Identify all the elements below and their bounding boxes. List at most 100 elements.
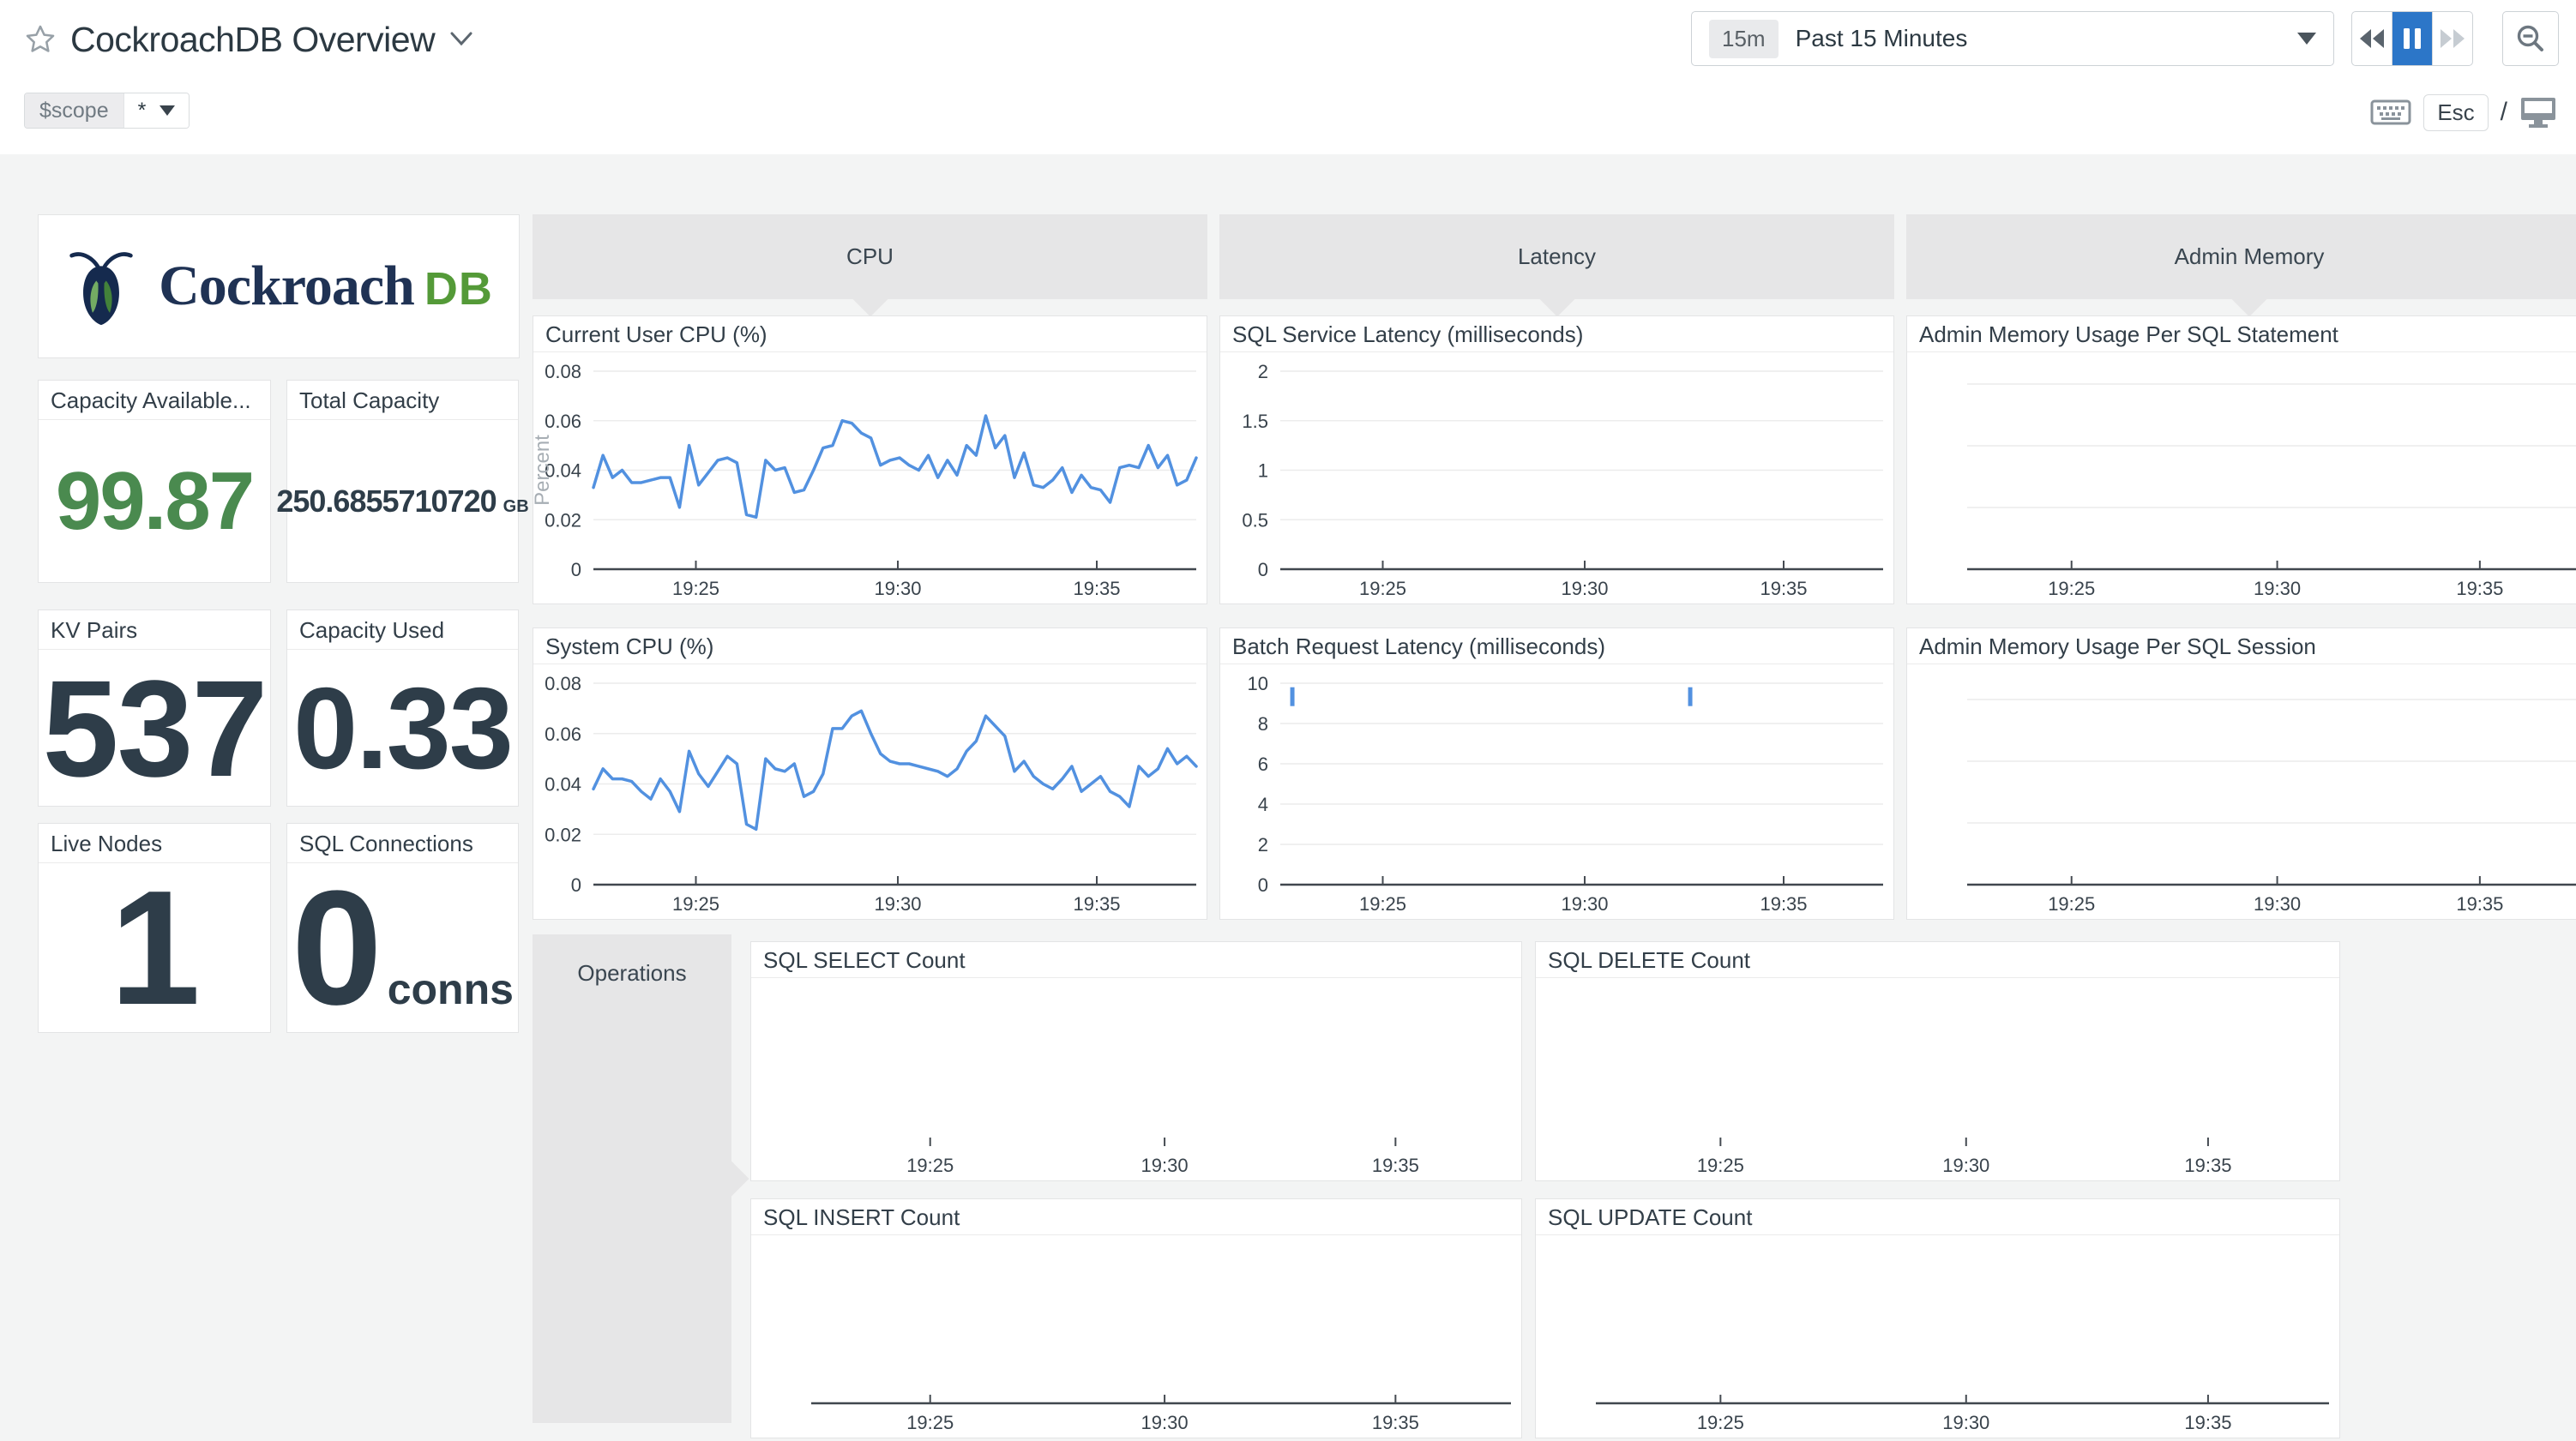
zoom-out-button[interactable] (2502, 11, 2559, 66)
chart-card-sql-insert-count: SQL INSERT Count 19:2519:3019:35 (750, 1198, 1522, 1438)
svg-text:0.02: 0.02 (545, 509, 581, 531)
chart-title: System CPU (%) (533, 628, 1207, 664)
svg-text:0.08: 0.08 (545, 361, 581, 382)
scope-label: $scope (25, 93, 123, 128)
scope-caret-icon (159, 105, 175, 116)
svg-text:0: 0 (1258, 874, 1268, 896)
svg-text:19:35: 19:35 (1372, 1155, 1419, 1176)
svg-text:2: 2 (1258, 834, 1268, 856)
sql-select-count-plot[interactable]: 19:25 19:30 19:35 (751, 978, 1521, 1180)
svg-text:8: 8 (1258, 713, 1268, 735)
dashboard-title-row: CockroachDB Overview (24, 15, 474, 63)
svg-text:0.5: 0.5 (1242, 509, 1268, 531)
svg-text:19:35: 19:35 (1073, 893, 1120, 915)
svg-text:19:25: 19:25 (906, 1155, 954, 1176)
batch-request-latency-plot[interactable]: 024681019:2519:3019:35 (1220, 664, 1893, 919)
svg-text:19:25: 19:25 (2048, 578, 2095, 599)
stat-value: 1 (110, 855, 199, 1042)
dashboard-canvas: CockroachDB Capacity Available... 99.87 … (0, 154, 2576, 1441)
svg-text:6: 6 (1258, 754, 1268, 775)
stat-title: Capacity Available... (39, 381, 270, 420)
page-title[interactable]: CockroachDB Overview (70, 20, 435, 60)
svg-text:19:25: 19:25 (672, 893, 719, 915)
chart-title: Batch Request Latency (milliseconds) (1220, 628, 1893, 664)
svg-text:19:30: 19:30 (1561, 578, 1608, 599)
svg-text:0: 0 (571, 874, 581, 896)
stat-card-capacity-available: Capacity Available... 99.87 (38, 380, 271, 583)
chart-title: Admin Memory Usage Per SQL Statement (1907, 316, 2576, 352)
chart-title: SQL UPDATE Count (1536, 1199, 2339, 1235)
svg-text:19:25: 19:25 (1359, 578, 1406, 599)
time-range-label: Past 15 Minutes (1796, 25, 1968, 52)
svg-text:19:30: 19:30 (2254, 893, 2301, 915)
svg-text:19:25: 19:25 (1697, 1412, 1744, 1433)
playback-controls (2351, 11, 2473, 66)
chart-title: SQL SELECT Count (751, 942, 1521, 978)
stat-value: 0.33 (293, 662, 512, 795)
scope-template-variable[interactable]: $scope * (24, 93, 190, 129)
svg-text:10: 10 (1248, 673, 1268, 694)
chevron-down-icon[interactable] (448, 31, 474, 48)
dropdown-caret-icon (2297, 33, 2316, 45)
admin-memory-session-plot[interactable]: 19:2519:3019:35 (1907, 664, 2576, 919)
stat-value: 537 (43, 650, 267, 808)
keyboard-hints: Esc / (2370, 93, 2557, 132)
svg-text:2: 2 (1258, 361, 1268, 382)
svg-text:0: 0 (571, 559, 581, 580)
admin-memory-statement-plot[interactable]: 19:2519:3019:35 (1907, 352, 2576, 603)
stat-value: 250.6855710720 (276, 483, 496, 519)
svg-text:1: 1 (1258, 460, 1268, 482)
svg-text:0.06: 0.06 (545, 411, 581, 432)
sql-service-latency-plot[interactable]: 00.511.5219:2519:3019:35 (1220, 352, 1893, 603)
brand-db-suffix: DB (424, 263, 493, 315)
svg-text:0.04: 0.04 (545, 774, 581, 796)
monitor-icon[interactable] (2519, 96, 2557, 129)
svg-text:0: 0 (1258, 559, 1268, 580)
svg-text:19:35: 19:35 (2456, 578, 2503, 599)
pause-button[interactable] (2392, 12, 2433, 65)
svg-text:0.02: 0.02 (545, 824, 581, 845)
chart-card-current-user-cpu: Current User CPU (%) 00.020.040.060.0819… (533, 315, 1207, 604)
group-header-cpu[interactable]: CPU (533, 214, 1207, 299)
group-header-admin-memory[interactable]: Admin Memory (1906, 214, 2576, 299)
brand-wordmark: Cockroach (159, 255, 414, 317)
svg-text:19:25: 19:25 (1359, 893, 1406, 915)
svg-text:19:35: 19:35 (1760, 578, 1807, 599)
sql-insert-count-plot[interactable]: 19:2519:3019:35 (751, 1235, 1521, 1438)
time-range-selector[interactable]: 15m Past 15 Minutes (1691, 11, 2334, 66)
svg-text:19:30: 19:30 (874, 578, 921, 599)
star-icon[interactable] (24, 23, 57, 56)
group-header-latency[interactable]: Latency (1219, 214, 1894, 299)
chart-title: SQL Service Latency (milliseconds) (1220, 316, 1893, 352)
stat-card-live-nodes: Live Nodes 1 (38, 823, 271, 1033)
fast-forward-button[interactable] (2433, 12, 2472, 65)
chart-title: Admin Memory Usage Per SQL Session (1907, 628, 2576, 664)
svg-text:19:30: 19:30 (1561, 893, 1608, 915)
group-label: CPU (846, 243, 894, 270)
svg-text:19:25: 19:25 (906, 1412, 954, 1433)
sql-update-count-plot[interactable]: 19:2519:3019:35 (1536, 1235, 2339, 1438)
system-cpu-plot[interactable]: 00.020.040.060.0819:2519:3019:35 (533, 664, 1207, 919)
svg-text:19:25: 19:25 (2048, 893, 2095, 915)
cockroachdb-logo-card: CockroachDB (38, 214, 520, 358)
stat-value: 99.87 (56, 454, 253, 549)
stat-title: Capacity Used (287, 610, 518, 650)
svg-text:19:30: 19:30 (1141, 1155, 1189, 1176)
keyboard-icon[interactable] (2370, 98, 2411, 127)
svg-text:19:30: 19:30 (1942, 1155, 1989, 1176)
stat-card-capacity-used: Capacity Used 0.33 (286, 609, 519, 807)
scope-value-select[interactable]: * (123, 93, 190, 128)
current-user-cpu-plot[interactable]: 00.020.040.060.0819:2519:3019:35Percent (533, 352, 1207, 603)
esc-key-badge: Esc (2423, 94, 2488, 131)
stat-card-total-capacity: Total Capacity 250.6855710720 GB (286, 380, 519, 583)
chart-title: Current User CPU (%) (533, 316, 1207, 352)
sql-delete-count-plot[interactable]: 19:2519:3019:35 (1536, 978, 2339, 1180)
duration-badge: 15m (1709, 20, 1779, 58)
group-label: Operations (533, 934, 731, 987)
chart-card-sql-service-latency: SQL Service Latency (milliseconds) 0 0.5 1… (1219, 315, 1894, 604)
group-panel-operations[interactable]: Operations (533, 934, 731, 1423)
chart-card-sql-update-count: SQL UPDATE Count 19:2519:3019:35 (1535, 1198, 2340, 1438)
stat-unit: conns (388, 964, 514, 1014)
svg-text:19:35: 19:35 (1760, 893, 1807, 915)
rewind-button[interactable] (2352, 12, 2392, 65)
